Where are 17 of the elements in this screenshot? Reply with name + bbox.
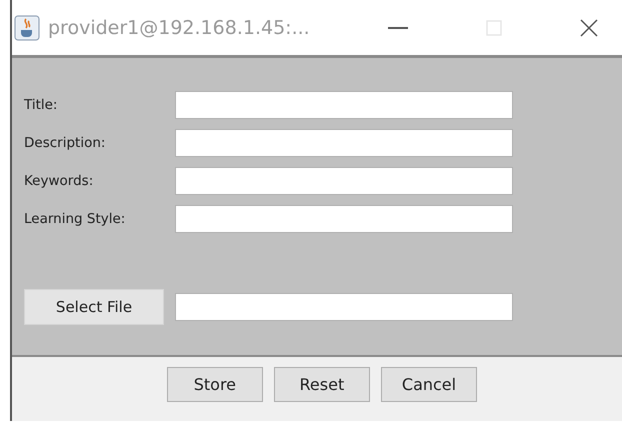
input-field[interactable] xyxy=(175,91,513,119)
input-field[interactable] xyxy=(175,205,513,233)
dialog-button[interactable]: Cancel xyxy=(380,366,478,402)
input-field[interactable] xyxy=(175,129,513,157)
dialog-button[interactable]: Store xyxy=(166,366,263,402)
minimize-icon[interactable] xyxy=(388,26,408,30)
field-label: Learning Style: xyxy=(24,211,126,227)
java-cup-icon xyxy=(14,14,40,40)
dialog-button[interactable]: Reset xyxy=(274,366,370,402)
select-file-button[interactable]: Select File xyxy=(24,289,164,325)
field-label: Description: xyxy=(24,135,106,151)
close-icon[interactable] xyxy=(580,18,598,36)
file-path-field[interactable] xyxy=(175,293,513,321)
window-title: provider1@192.168.1.45:... xyxy=(48,16,311,38)
field-label: Title: xyxy=(24,97,58,113)
field-label: Keywords: xyxy=(24,173,94,189)
input-field[interactable] xyxy=(175,167,513,195)
